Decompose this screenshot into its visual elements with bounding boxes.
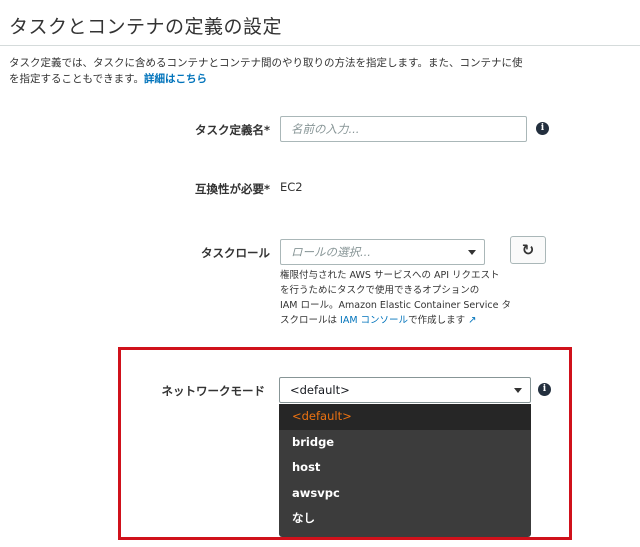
external-link-icon[interactable]: ↗ [468,315,476,326]
option-none[interactable]: なし [279,506,531,532]
task-name-input[interactable]: 名前の入力... [280,116,527,142]
option-default[interactable]: <default> [279,404,531,430]
refresh-icon: ↻ [521,241,535,259]
network-mode-value: <default> [290,383,350,397]
help-line-2: を行うためにタスクで使用できるオプションの [280,285,480,296]
task-name-label-text: タスク定義名 [194,123,264,137]
task-role-help: 権限付与された AWS サービスへの API リクエスト を行うためにタスクで使… [280,268,540,328]
task-role-placeholder: ロールの選択... [291,245,371,259]
intro-line-1: タスク定義では、タスクに含めるコンテナとコンテナ間のやり取りの方法を指定します。… [9,57,523,69]
chevron-down-icon [514,388,522,393]
network-mode-label: ネットワークモード [161,384,266,398]
info-icon[interactable]: i [538,383,551,396]
page-title: タスクとコンテナの定義の設定 [9,16,283,38]
intro-line-2: を指定することもできます。詳細はこちら [9,71,640,87]
option-awsvpc[interactable]: awsvpc [279,481,531,507]
intro-line-2-text: を指定することもできます。 [9,73,145,85]
intro-text: タスク定義では、タスクに含めるコンテナとコンテナ間のやり取りの方法を指定します。… [9,55,640,87]
chevron-down-icon [468,250,476,255]
network-mode-select[interactable]: <default> [279,377,531,403]
compat-value: EC2 [280,180,303,194]
help-line-4: スクロールは IAM コンソールで作成します ↗ [280,313,540,328]
required-mark: * [263,123,270,137]
option-bridge[interactable]: bridge [279,430,531,456]
option-host[interactable]: host [279,455,531,481]
help-line-4-prefix: スクロールは [280,315,341,326]
refresh-button[interactable]: ↻ [510,236,546,264]
help-line-4-suffix: で作成します [408,315,466,326]
help-line-1: 権限付与された AWS サービスへの API リクエスト [280,270,500,281]
task-name-label: タスク定義名* [0,122,270,138]
learn-more-link[interactable]: 詳細はこちら [144,73,207,85]
compat-label-text: 互換性が必要 [194,182,264,196]
compat-label: 互換性が必要* [0,181,270,197]
divider [0,45,640,46]
info-icon[interactable]: i [536,122,549,135]
help-line-3: IAM ロール。Amazon Elastic Container Service… [280,300,512,311]
task-role-label: タスクロール [201,246,270,260]
network-mode-dropdown: <default> bridge host awsvpc なし [279,404,531,537]
required-mark: * [263,182,270,196]
iam-console-link[interactable]: IAM コンソール [340,315,408,326]
task-role-select[interactable]: ロールの選択... [280,239,485,265]
